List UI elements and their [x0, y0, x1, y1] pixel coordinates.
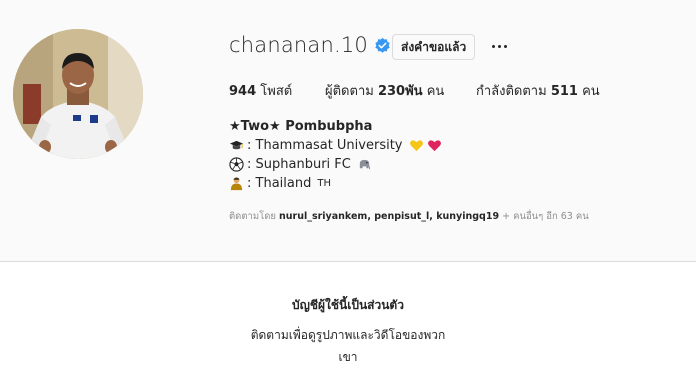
verified-badge-icon	[375, 37, 390, 53]
username: chananan.10	[229, 33, 391, 57]
bio-name: ★Two★ Pombubpha	[229, 119, 373, 134]
country-text: : Thailand	[247, 176, 312, 191]
posts-count: 944	[229, 84, 257, 99]
university-text: : Thammasat University	[247, 138, 403, 153]
graduation-cap-icon	[229, 140, 244, 150]
bio: ★Two★ Pombubpha : Thammasat University :…	[229, 117, 442, 193]
club-text: : Suphanburi FC	[247, 157, 351, 172]
posts-stat: 944 โพสต์	[229, 80, 292, 101]
followers-count: 230พัน	[377, 84, 423, 99]
followed-by-suffix: + คนอื่นๆ อีก 63 คน	[502, 211, 589, 222]
bio-country: : Thailand TH	[229, 174, 442, 193]
private-title: บัญชีผู้ใช้นี้เป็นส่วนตัว	[292, 298, 404, 312]
elephant-icon	[359, 159, 370, 170]
following-label: กำลังติดตาม	[476, 84, 547, 99]
followers-stat[interactable]: ผู้ติดตาม 230พัน คน	[325, 80, 444, 101]
soccer-ball-icon	[229, 157, 244, 172]
avatar[interactable]	[13, 29, 143, 159]
bio-club: : Suphanburi FC	[229, 155, 442, 174]
followed-by[interactable]: ติดตามโดย nurul_sriyankem, penpisut_l, k…	[229, 209, 589, 224]
requested-button[interactable]: ส่งคำขอแล้ว	[392, 34, 476, 60]
following-count: 511	[550, 84, 578, 99]
bio-university: : Thammasat University	[229, 136, 442, 155]
private-subtitle-line2: เขา	[338, 350, 358, 364]
posts-label: โพสต์	[260, 84, 293, 99]
followed-by-names[interactable]: nurul_sriyankem, penpisut_l, kunyingq19	[279, 211, 499, 222]
followed-by-prefix: ติดตามโดย	[229, 211, 276, 222]
country-code: TH	[317, 178, 331, 189]
yellow-heart-icon	[409, 140, 423, 152]
more-options-icon[interactable]	[489, 36, 509, 56]
profile-header: chananan.10 ส่งคำขอแล้ว 944 โพสต์ ผู้ติด…	[0, 0, 696, 261]
private-subtitle-line1: ติดตามเพื่อดูรูปภาพและวิดีโอของพวก	[250, 328, 446, 342]
followers-label: ผู้ติดตาม	[325, 84, 374, 99]
followers-unit: คน	[426, 84, 445, 99]
following-stat[interactable]: กำลังติดตาม 511 คน	[476, 80, 600, 101]
username-text: chananan.10	[229, 33, 368, 57]
requested-button-label: ส่งคำขอแล้ว	[401, 39, 467, 54]
private-account-notice: บัญชีผู้ใช้นี้เป็นส่วนตัว ติดตามเพื่อดูร…	[0, 262, 696, 389]
private-subtitle: ติดตามเพื่อดูรูปภาพและวิดีโอของพวก เขา	[248, 324, 448, 368]
red-heart-icon	[427, 140, 441, 152]
person-icon	[230, 177, 243, 191]
following-unit: คน	[582, 84, 600, 99]
